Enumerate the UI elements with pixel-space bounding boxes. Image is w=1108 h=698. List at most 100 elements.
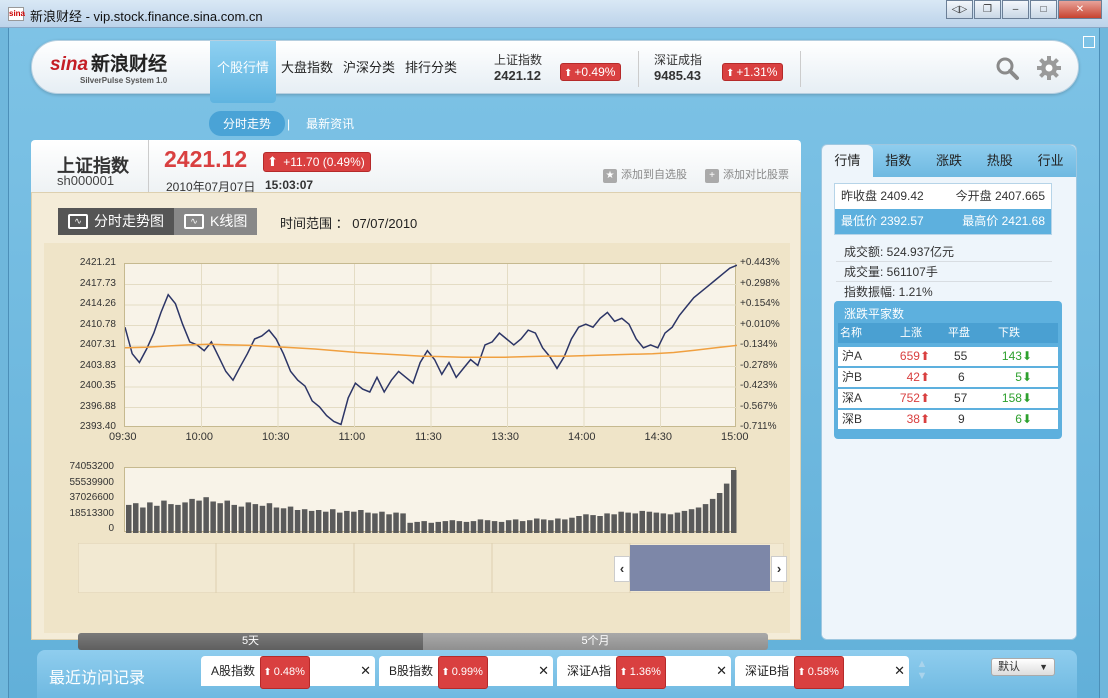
volume-bar	[323, 511, 329, 533]
volume-bar	[484, 520, 491, 533]
recent-tab-a-index[interactable]: A股指数 ⬆ 0.48% ✕	[201, 656, 375, 689]
row-down: 5⬇	[1015, 368, 1032, 387]
volume-bar	[330, 509, 336, 533]
volume-bar	[224, 500, 230, 533]
price-plot[interactable]	[124, 263, 738, 428]
scroll-arrows-icon[interactable]: ▲ ▼	[915, 658, 929, 682]
x-tick-label: 14:00	[568, 431, 596, 443]
row-down-value: 5	[1015, 370, 1022, 384]
chart-area: 2421.21 2417.73 2414.26 2410.78 2407.31 2403.…	[44, 243, 790, 633]
volume-bar	[527, 520, 533, 533]
volume-bar	[716, 493, 723, 533]
y-right-tick-label: +0.154%	[740, 298, 780, 309]
range-5-days[interactable]: 5天	[78, 633, 423, 650]
row-name: 沪A	[842, 349, 863, 363]
volume-bar	[175, 504, 181, 533]
volume-bar	[498, 521, 505, 533]
tab-quotes[interactable]: 行情	[822, 145, 873, 177]
volume-bar	[252, 504, 259, 533]
tab-latest-news[interactable]: 最新资讯	[292, 111, 368, 136]
volume-bar	[569, 517, 575, 533]
nav-sh-sz-category[interactable]: 沪深分类	[338, 41, 400, 95]
recent-visits-bar: 最近访问记录 A股指数 ⬆ 0.48% ✕ B股指数 ⬆ 0.99% ✕ 深证A指 …	[37, 650, 1077, 698]
tab-kline-chart-label: K线图	[210, 213, 248, 229]
tab-intraday[interactable]: 分时走势	[209, 111, 286, 136]
nav-ranking[interactable]: 排行分类	[400, 41, 462, 95]
sz-index-summary[interactable]: 深证成指 9485.43	[654, 51, 702, 83]
close-icon[interactable]: ✕	[360, 656, 371, 686]
table-row: 深A 752⬆ 57 158⬇	[838, 389, 1058, 408]
tab-intraday-chart[interactable]: ∿ 分时走势图	[58, 208, 174, 235]
chevron-left-icon[interactable]: ‹	[614, 556, 630, 582]
tab-indices[interactable]: 指数	[873, 145, 924, 177]
minimize-button[interactable]: –	[1002, 0, 1029, 19]
tab-hot-stocks[interactable]: 热股	[974, 145, 1025, 177]
add-watchlist-button[interactable]: ★ 添加到自选股	[603, 166, 687, 183]
up-arrow-icon: ⬆	[441, 667, 450, 678]
volume-bar	[337, 512, 343, 533]
recent-tab-sz-b-index[interactable]: 深证B指 ⬆ 0.58% ✕	[735, 656, 909, 689]
volume-tick-label: 18513300	[69, 507, 115, 519]
sh-index-badge: ⬆ +0.49%	[560, 63, 622, 81]
up-arrow-icon: ⬆	[726, 68, 735, 79]
recent-tab-badge: ⬆ 1.36%	[616, 656, 666, 689]
range-5-months[interactable]: 5个月	[423, 633, 768, 650]
range-selection-window[interactable]	[630, 545, 770, 591]
row-flat: 57	[954, 391, 968, 405]
volume-bar	[400, 513, 406, 533]
volume-bar	[344, 510, 350, 533]
tab-kline-chart[interactable]: ∿ K线图	[174, 208, 258, 235]
recent-tab-label: B股指数	[389, 664, 434, 678]
nav-stock-quotes[interactable]: 个股行情	[210, 41, 276, 103]
price-chart-svg	[124, 264, 738, 428]
stock-divider	[148, 140, 149, 192]
volume-bar	[259, 505, 266, 533]
recent-tab-change: 0.58%	[807, 666, 839, 678]
y-tick-label: 2417.73	[79, 277, 116, 289]
sort-select[interactable]: 默认 ▼	[991, 658, 1055, 676]
gear-icon[interactable]	[1036, 55, 1062, 81]
search-icon[interactable]	[994, 55, 1020, 81]
add-compare-button[interactable]: + 添加对比股票	[705, 166, 789, 183]
chart-panel: ∿ 分时走势图 ∿ K线图 时间范围 ： 07/07/2010 2421.21 241…	[31, 192, 801, 650]
recent-tab-b-index[interactable]: B股指数 ⬆ 0.99% ✕	[379, 656, 553, 689]
row-flat: 9	[958, 412, 965, 426]
popout-icon[interactable]: ❐	[974, 0, 1001, 19]
add-watchlist-label: 添加到自选股	[621, 169, 687, 181]
row-up-value: 659	[899, 349, 920, 363]
recent-tab-sz-a-index[interactable]: 深证A指 ⬆ 1.36% ✕	[557, 656, 731, 689]
volume-plot[interactable]	[124, 467, 737, 533]
close-icon[interactable]: ✕	[538, 656, 549, 686]
volume-bar	[491, 521, 498, 533]
advance-decline-header: 名称 上涨 平盘 下跌	[838, 323, 1058, 343]
chevron-right-icon[interactable]: ›	[771, 556, 787, 582]
sh-index-summary[interactable]: 上证指数 2421.12	[494, 51, 542, 83]
close-icon[interactable]: ✕	[894, 656, 905, 686]
tab-gainers[interactable]: 涨跌	[924, 145, 975, 177]
volume-bar	[414, 521, 420, 533]
volume-bar	[133, 503, 139, 533]
row-down-value: 143	[1001, 349, 1022, 363]
restore-size-icon[interactable]: ◁▷	[946, 0, 973, 19]
window-titlebar: sina 新浪财经 - vip.stock.finance.sina.com.c…	[0, 0, 1108, 28]
row-name: 深B	[842, 412, 863, 426]
row-up: 752⬆	[900, 389, 930, 408]
quote-panel: 行情 指数 涨跌 热股 行业 昨收盘 2409.42 今开盘 2407.665 …	[821, 144, 1077, 640]
close-button[interactable]: ✕	[1058, 0, 1102, 19]
advance-decline-title: 涨跌平家数	[844, 307, 905, 321]
volume-bar	[702, 504, 709, 533]
nav-market-index[interactable]: 大盘指数	[276, 41, 338, 95]
mini-window-icon[interactable]	[1083, 36, 1095, 48]
volume-bar	[168, 504, 174, 533]
volume-bar	[449, 520, 456, 533]
range-buttons: 5天 5个月	[78, 633, 768, 650]
x-tick-label: 14:30	[644, 431, 673, 443]
plus-icon: +	[705, 169, 719, 183]
quote-panel-body: 昨收盘 2409.42 今开盘 2407.665 最低价 2392.57 最高价…	[822, 177, 1076, 639]
volume-bar	[519, 521, 526, 533]
chart-type-tabs: ∿ 分时走势图 ∿ K线图	[58, 208, 258, 235]
tab-industry[interactable]: 行业	[1025, 145, 1076, 177]
stock-price: 2421.12	[164, 146, 248, 172]
maximize-button[interactable]: □	[1030, 0, 1057, 19]
close-icon[interactable]: ✕	[716, 656, 727, 686]
